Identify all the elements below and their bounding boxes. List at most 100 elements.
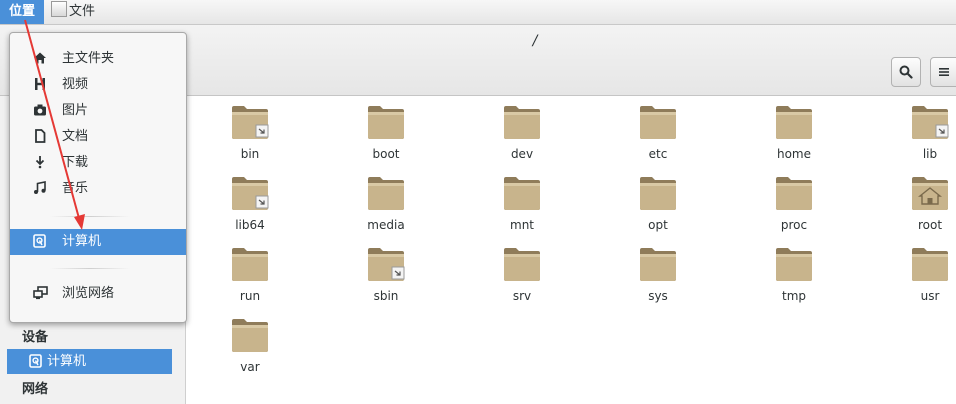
file-name: tmp [781,289,806,303]
camera-icon [34,104,46,116]
files-app-icon [51,1,67,17]
path-title: / [532,33,538,49]
top-panel: 位置 文件 [0,0,956,25]
menu-item-pictures[interactable]: 图片 [10,98,186,124]
sidebar-item-computer[interactable]: 计算机 [7,349,172,374]
home-icon [34,52,46,64]
folder-icon [368,177,404,210]
menu-separator [50,268,130,269]
sidebar-item-label: 计算机 [47,354,87,369]
menu-item-label: 视频 [62,77,89,92]
file-item[interactable]: root [870,167,956,237]
file-item[interactable]: mnt [462,167,582,237]
folder-icon [232,106,269,139]
file-item[interactable]: home [734,96,854,166]
file-name: dev [510,147,534,161]
folder-icon [368,106,404,139]
file-item[interactable]: proc [734,167,854,237]
folder-icon [776,177,812,210]
file-name: home [776,147,812,161]
folder-icon [232,319,268,352]
menu-item-label: 音乐 [62,181,89,196]
menu-item-documents[interactable]: 文档 [10,124,186,150]
menu-item-downloads[interactable]: 下载 [10,150,186,176]
file-item[interactable]: opt [598,167,718,237]
file-name: sbin [373,289,399,303]
folder-icon [640,106,676,139]
menu-button[interactable] [930,57,956,87]
folder-icon [912,106,949,139]
file-name: root [917,218,943,232]
file-name: boot [372,147,400,161]
file-item[interactable]: bin [190,96,310,166]
folder-icon [776,106,812,139]
file-name: run [239,289,261,303]
search-icon [899,65,913,79]
network-icon [33,286,48,300]
file-item[interactable]: tmp [734,238,854,308]
file-item[interactable]: lib [870,96,956,166]
files-app-menu[interactable]: 文件 [51,0,95,24]
file-item[interactable]: usr [870,238,956,308]
file-item[interactable]: run [190,238,310,308]
hamburger-menu-icon [939,68,949,76]
file-item[interactable]: dev [462,96,582,166]
file-name: mnt [510,218,534,232]
folder-icon [504,106,540,139]
file-name: lib64 [235,218,265,232]
file-name: srv [512,289,532,303]
file-icon-grid: bin boot dev etc home lib lib64 media mnt opt proc… [190,96,956,404]
file-name: etc [648,147,668,161]
menu-item-label: 主文件夹 [62,51,115,66]
folder-icon [504,248,540,281]
menu-item-label: 文档 [62,129,89,144]
menu-item-videos[interactable]: 视频 [10,72,186,98]
computer-icon [29,354,42,368]
menu-item-label: 下载 [62,155,89,170]
menu-item-label: 图片 [62,103,89,118]
film-icon [35,78,45,90]
folder-icon [640,177,676,210]
folder-icon [912,177,948,210]
download-icon [35,156,45,169]
files-app-label: 文件 [69,4,96,19]
file-name: proc [780,218,808,232]
file-item[interactable]: sys [598,238,718,308]
file-item[interactable]: sbin [326,238,446,308]
file-name: media [367,218,405,232]
folder-icon [776,248,812,281]
document-icon [35,129,46,143]
folder-icon [368,248,405,281]
folder-icon [640,248,676,281]
file-item[interactable]: var [190,309,310,379]
menu-item-computer[interactable]: 计算机 [10,229,186,255]
menu-separator [50,216,130,217]
file-name: lib [922,147,938,161]
folder-icon [232,248,268,281]
sidebar-devices-heading: 设备 [22,330,49,345]
file-name: var [240,360,260,374]
menu-item-label: 浏览网络 [62,286,115,301]
file-item[interactable]: srv [462,238,582,308]
menu-item-label: 计算机 [62,234,102,249]
menu-item-music[interactable]: 音乐 [10,176,186,202]
places-popup-menu: 主文件夹 视频 图片 文档 下载 音乐 计算机 浏览网络 [9,32,187,323]
places-menu-button[interactable]: 位置 [0,0,44,24]
file-name: sys [648,289,668,303]
file-item[interactable]: lib64 [190,167,310,237]
menu-item-home[interactable]: 主文件夹 [10,46,186,72]
folder-icon [912,248,948,281]
file-name: opt [648,218,668,232]
menu-item-browse-network[interactable]: 浏览网络 [10,281,186,307]
file-name: usr [920,289,940,303]
folder-icon [504,177,540,210]
computer-icon [33,234,46,248]
folder-icon [232,177,269,210]
file-name: bin [240,147,260,161]
search-button[interactable] [891,57,921,87]
file-item[interactable]: boot [326,96,446,166]
file-item[interactable]: etc [598,96,718,166]
music-icon [34,181,46,194]
file-item[interactable]: media [326,167,446,237]
sidebar-network-heading: 网络 [22,382,49,397]
